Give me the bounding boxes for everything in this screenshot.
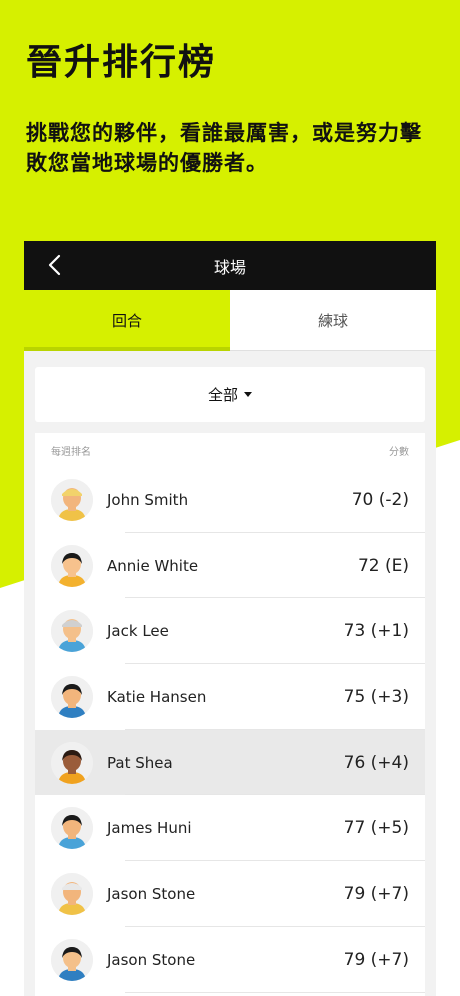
screen-title: 球場 <box>213 257 246 277</box>
avatar <box>51 807 93 850</box>
hero-subtitle-line1: 挑戰您的夥伴，看誰最厲害，或是努力擊 <box>26 121 422 145</box>
player-name: Annie White <box>107 556 199 575</box>
player-score: 70 (-2) <box>351 489 409 510</box>
leaderboard-row[interactable]: Katie Hansen 75 (+3) <box>35 664 425 730</box>
player-score: 72 (E) <box>357 555 409 576</box>
player-name: James Huni <box>107 819 192 838</box>
hero-subtitle-line2: 敗您當地球場的優勝者。 <box>26 151 268 175</box>
leaderboard-row[interactable]: Jason Stone 79 (+7) <box>35 861 425 927</box>
player-score: 79 (+7) <box>343 883 409 904</box>
score-header: 分數 <box>389 446 409 458</box>
player-score: 79 (+7) <box>343 949 409 970</box>
player-name: Jason Stone <box>107 884 196 903</box>
hero-title: 晉升排行榜 <box>26 42 217 83</box>
player-name: Jason Stone <box>107 950 196 969</box>
tab-rounds[interactable]: 回合 <box>24 290 230 351</box>
filter-label: 全部 <box>207 386 238 404</box>
hero: 晉升排行榜 挑戰您的夥伴，看誰最厲害，或是努力擊 敗您當地球場的優勝者。 <box>26 38 440 178</box>
leaderboard-header: 每週排名 分數 <box>35 433 425 467</box>
avatar <box>51 741 93 784</box>
player-name: Jack Lee <box>107 622 169 641</box>
avatar <box>51 478 93 521</box>
app-screen: 球場 回合 練球 全部 每週排名 分數 John Smith 70 (-2) An… <box>24 241 436 996</box>
leaderboard-rows: John Smith 70 (-2) Annie White 72 (E) Jack… <box>35 467 425 993</box>
leaderboard-row[interactable]: Annie White 72 (E) <box>35 533 425 599</box>
leaderboard-row[interactable]: John Smith 70 (-2) <box>35 467 425 533</box>
leaderboard-row[interactable]: James Huni 77 (+5) <box>35 795 425 861</box>
avatar <box>51 610 93 653</box>
hero-subtitle: 挑戰您的夥伴，看誰最厲害，或是努力擊 敗您當地球場的優勝者。 <box>26 118 440 178</box>
player-name: John Smith <box>107 490 189 509</box>
caret-down-icon <box>244 392 252 397</box>
rank-header: 每週排名 <box>51 446 91 458</box>
leaderboard: 每週排名 分數 John Smith 70 (-2) Annie White 72 … <box>35 433 425 996</box>
tab-bar: 回合 練球 <box>24 290 436 351</box>
player-score: 73 (+1) <box>343 621 409 642</box>
leaderboard-row[interactable]: Pat Shea 76 (+4) <box>35 729 425 796</box>
chevron-left-icon <box>48 254 61 276</box>
leaderboard-row[interactable]: Jason Stone 79 (+7) <box>35 927 425 993</box>
player-name: Pat Shea <box>107 753 173 772</box>
avatar <box>51 675 93 718</box>
avatar <box>51 872 93 915</box>
back-button[interactable] <box>42 253 66 277</box>
player-score: 76 (+4) <box>343 752 409 773</box>
avatar <box>51 544 93 587</box>
avatar <box>51 938 93 981</box>
filter-dropdown[interactable]: 全部 <box>35 367 425 422</box>
tab-practice[interactable]: 練球 <box>230 290 436 350</box>
top-bar: 球場 <box>24 241 436 290</box>
leaderboard-row[interactable]: Jack Lee 73 (+1) <box>35 598 425 664</box>
player-score: 75 (+3) <box>343 686 409 707</box>
player-name: Katie Hansen <box>107 687 207 706</box>
player-score: 77 (+5) <box>343 818 409 839</box>
